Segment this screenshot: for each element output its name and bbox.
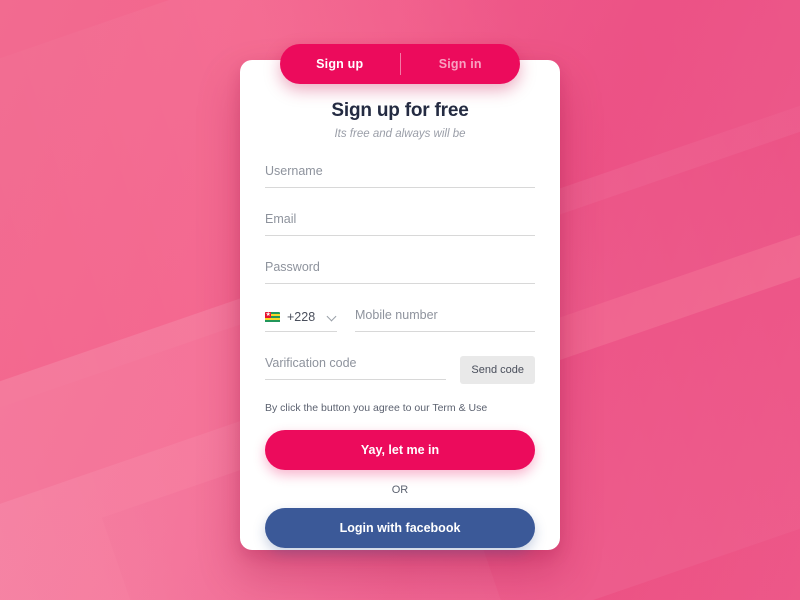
page-title: Sign up for free xyxy=(331,100,469,121)
send-code-button[interactable]: Send code xyxy=(460,356,535,384)
page-subtitle: Its free and always will be xyxy=(334,128,466,140)
tab-signin[interactable]: Sign in xyxy=(401,57,521,71)
submit-button[interactable]: Yay, let me in xyxy=(265,430,535,470)
facebook-login-button[interactable]: Login with facebook xyxy=(265,508,535,548)
mobile-number-input[interactable] xyxy=(355,308,535,322)
mobile-number-field[interactable] xyxy=(355,306,535,332)
username-input[interactable] xyxy=(265,164,535,178)
password-field[interactable] xyxy=(265,258,535,284)
verification-row: Send code xyxy=(265,354,535,384)
flag-canton: ★ xyxy=(265,311,272,319)
password-input[interactable] xyxy=(265,260,535,274)
username-field[interactable] xyxy=(265,162,535,188)
chevron-down-icon[interactable] xyxy=(328,313,337,322)
auth-tab-bar: Sign up Sign in xyxy=(280,44,520,84)
phone-row: ★ +228 xyxy=(265,306,535,332)
verification-code-input[interactable] xyxy=(265,356,447,370)
email-input[interactable] xyxy=(265,212,535,226)
country-dial-code: +228 xyxy=(287,310,316,324)
togo-flag-icon: ★ xyxy=(265,311,280,323)
card-content: Sign up for free Its free and always wil… xyxy=(240,60,560,548)
star-icon: ★ xyxy=(265,311,271,318)
verification-code-field[interactable] xyxy=(265,354,447,380)
tab-signup[interactable]: Sign up xyxy=(280,57,400,71)
terms-text: By click the button you agree to our Ter… xyxy=(265,402,488,414)
country-code-select[interactable]: ★ +228 xyxy=(265,310,337,332)
email-field[interactable] xyxy=(265,210,535,236)
or-divider-label: OR xyxy=(391,484,409,496)
signup-card: Sign up for free Its free and always wil… xyxy=(240,60,560,550)
